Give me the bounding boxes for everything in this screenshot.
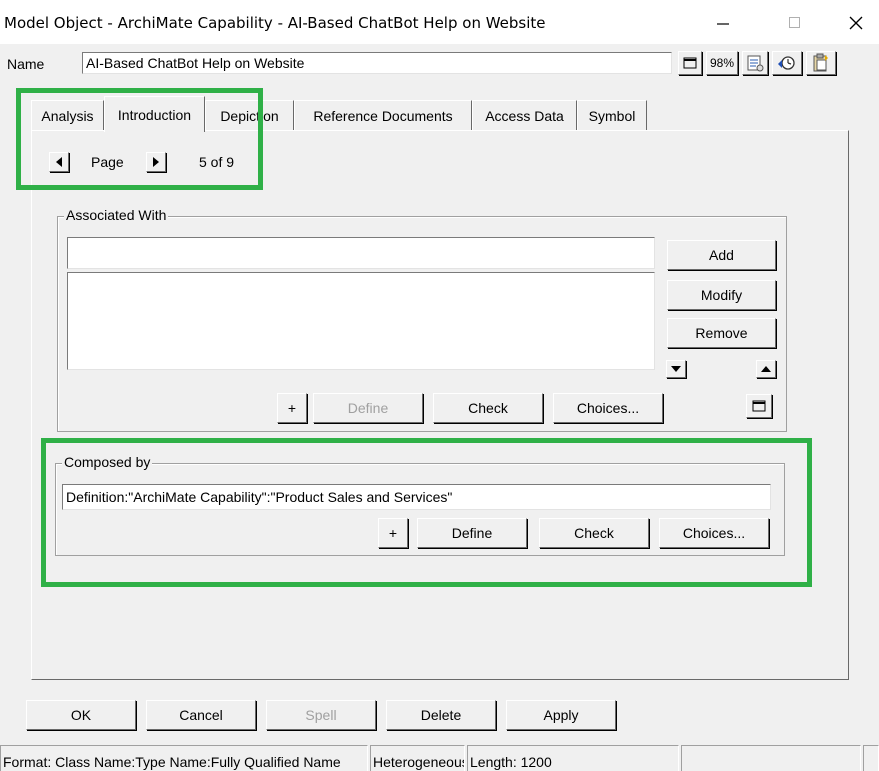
title-bar: Model Object - ArchiMate Capability - AI… bbox=[0, 0, 879, 44]
scroll-up-icon[interactable] bbox=[756, 360, 776, 378]
ok-button[interactable]: OK bbox=[26, 700, 136, 730]
status-type: Heterogeneous bbox=[370, 745, 465, 771]
name-label: Name bbox=[7, 56, 45, 72]
modify-button[interactable]: Modify bbox=[667, 280, 776, 310]
associated-with-title: Associated With bbox=[64, 207, 169, 223]
associated-choices-button[interactable]: Choices... bbox=[553, 393, 663, 423]
associated-check-button[interactable]: Check bbox=[433, 393, 543, 423]
expand-list-icon[interactable] bbox=[746, 394, 772, 418]
associated-plus-button[interactable]: + bbox=[277, 393, 307, 423]
status-cell-4 bbox=[681, 745, 861, 771]
close-icon[interactable] bbox=[833, 8, 879, 38]
associated-with-input[interactable] bbox=[67, 237, 655, 269]
tab-access-data[interactable]: Access Data bbox=[472, 100, 577, 130]
properties-icon[interactable] bbox=[742, 51, 768, 75]
status-cell-5 bbox=[863, 745, 879, 771]
associated-define-button[interactable]: Define bbox=[313, 393, 423, 423]
remove-button[interactable]: Remove bbox=[667, 318, 776, 348]
spell-button[interactable]: Spell bbox=[266, 700, 376, 730]
composed-by-highlight bbox=[41, 438, 812, 587]
minimize-icon[interactable] bbox=[700, 8, 746, 38]
associated-with-list[interactable] bbox=[67, 272, 655, 370]
scroll-down-icon[interactable] bbox=[666, 360, 686, 378]
status-format: Format: Class Name:Type Name:Fully Quali… bbox=[0, 745, 368, 771]
maximize-icon[interactable] bbox=[772, 8, 818, 38]
tab-introduction[interactable]: Introduction bbox=[104, 96, 205, 132]
apply-button[interactable]: Apply bbox=[506, 700, 616, 730]
tab-reference-documents[interactable]: Reference Documents bbox=[294, 100, 472, 130]
history-icon[interactable] bbox=[772, 51, 802, 75]
name-input[interactable]: AI-Based ChatBot Help on Website bbox=[82, 52, 672, 74]
window-title: Model Object - ArchiMate Capability - AI… bbox=[4, 14, 546, 32]
tab-symbol[interactable]: Symbol bbox=[577, 100, 647, 130]
zoom-button[interactable]: 98% bbox=[706, 51, 738, 75]
status-length: Length: 1200 bbox=[467, 745, 679, 771]
delete-button[interactable]: Delete bbox=[386, 700, 496, 730]
add-button[interactable]: Add bbox=[667, 240, 776, 270]
clipboard-icon[interactable] bbox=[806, 51, 836, 75]
cancel-button[interactable]: Cancel bbox=[146, 700, 256, 730]
expand-icon[interactable] bbox=[678, 51, 702, 75]
